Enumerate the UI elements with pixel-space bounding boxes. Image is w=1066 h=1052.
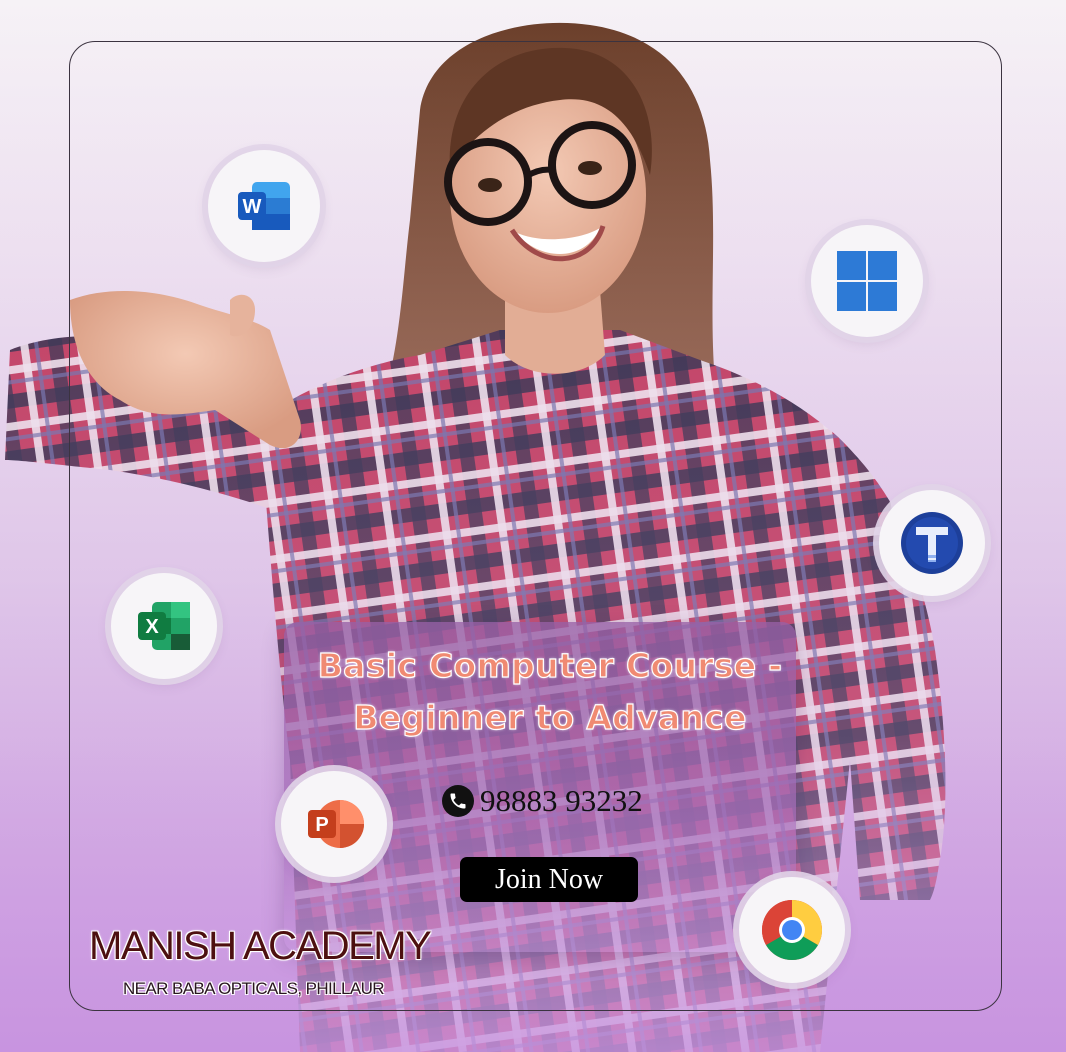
course-poster: W X Basic Computer Course - Beginner to … (0, 0, 1066, 1052)
ms-excel-icon: X (111, 573, 217, 679)
course-headline: Basic Computer Course - Beginner to Adva… (300, 640, 800, 744)
svg-text:X: X (145, 616, 159, 638)
chrome-icon (739, 877, 845, 983)
academy-name: MANISH ACADEMY (89, 924, 432, 968)
phone-contact[interactable]: 98883 93232 (442, 783, 643, 819)
headline-line-1: Basic Computer Course - (317, 645, 783, 685)
join-now-button[interactable]: Join Now (460, 857, 638, 902)
headline-line-2: Beginner to Advance (353, 697, 748, 737)
ms-powerpoint-icon: P (281, 771, 387, 877)
svg-text:W: W (243, 196, 262, 218)
ms-word-icon: W (208, 150, 320, 262)
academy-address: NEAR BABA OPTICALS, PHILLAUR (123, 979, 385, 998)
phone-number: 98883 93232 (480, 783, 643, 818)
typing-tutor-icon (879, 490, 985, 596)
phone-icon (442, 785, 474, 817)
svg-text:P: P (315, 814, 328, 836)
windows-icon (811, 225, 923, 337)
